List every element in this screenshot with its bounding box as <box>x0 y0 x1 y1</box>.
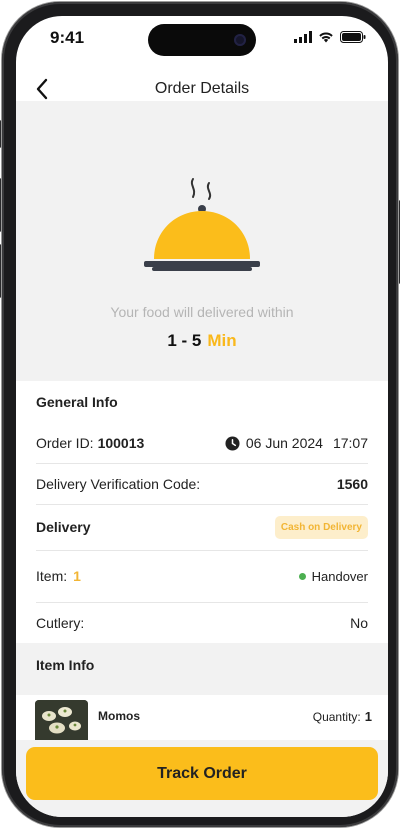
status-icons <box>294 31 366 43</box>
cutlery-value: No <box>350 615 368 631</box>
item-quantity: Quantity: 1 <box>313 709 372 724</box>
delivery-time-estimate: 1 - 5 Min <box>16 331 388 351</box>
order-id-value: 100013 <box>97 435 145 451</box>
cutlery-label: Cutlery: <box>36 615 85 631</box>
item-count-row: Item: 1 Handover <box>36 556 368 596</box>
status-bar: 9:41 <box>16 16 388 64</box>
divider <box>36 550 368 551</box>
page-title: Order Details <box>154 80 250 97</box>
item-quantity-value: 1 <box>364 709 372 724</box>
delivery-time-range: 1 - 5 <box>167 331 202 350</box>
app-screen: 9:41 Order Details Your food will delive… <box>16 16 388 817</box>
food-cloche-icon <box>144 178 260 271</box>
item-count: Item: 1 <box>36 568 81 584</box>
phone-frame: 9:41 Order Details Your food will delive… <box>0 0 400 829</box>
item-thumbnail <box>35 700 88 744</box>
divider <box>36 504 368 505</box>
wifi-icon <box>319 32 333 43</box>
item-quantity-label: Quantity: <box>312 710 361 724</box>
status-time: 9:41 <box>50 28 85 47</box>
dynamic-island <box>148 24 256 56</box>
delivery-time-unit: Min <box>207 331 237 350</box>
track-order-button[interactable]: Track Order <box>26 747 378 800</box>
camera-icon <box>234 34 246 46</box>
order-datetime: 06 Jun 2024 17:07 <box>225 435 368 451</box>
order-date: 06 Jun 2024 <box>245 435 323 451</box>
delivery-label: Delivery <box>36 519 91 535</box>
verification-code-label: Delivery Verification Code: <box>36 476 201 492</box>
item-info-header: Item Info <box>16 643 388 695</box>
item-info-title: Item Info <box>36 657 95 673</box>
general-info-title: General Info <box>36 394 118 410</box>
order-time: 17:07 <box>332 435 368 451</box>
item-count-value: 1 <box>73 568 81 584</box>
payment-method-badge: Cash on Delivery <box>274 515 368 539</box>
order-status-label: Handover <box>311 568 368 584</box>
item-name: Momos <box>98 709 140 723</box>
signal-icon <box>294 31 312 43</box>
battery-icon <box>340 31 366 43</box>
status-dot-icon <box>298 572 306 580</box>
verification-code-row: Delivery Verification Code: 1560 <box>36 464 368 504</box>
delivery-estimate-panel: Your food will delivered within 1 - 5 Min <box>16 101 388 381</box>
order-id-row: Order ID: 100013 06 Jun 2024 17:07 <box>36 423 368 463</box>
phone-bezel: 9:41 Order Details Your food will delive… <box>2 2 398 827</box>
verification-code-value: 1560 <box>336 476 368 492</box>
delivery-row: Delivery Cash on Delivery <box>36 507 368 547</box>
item-label: Item: <box>36 568 68 584</box>
cutlery-row: Cutlery: No <box>36 603 368 643</box>
clock-icon <box>225 435 240 451</box>
order-status: Handover <box>298 568 368 584</box>
delivery-message: Your food will delivered within <box>110 304 294 320</box>
order-id: Order ID: 100013 <box>36 435 144 451</box>
order-id-label: Order ID: <box>36 435 94 451</box>
momos-image <box>35 700 88 744</box>
